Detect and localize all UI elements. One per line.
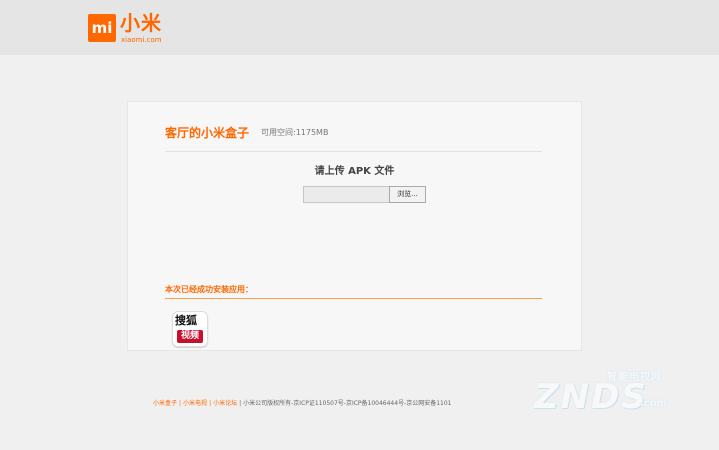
footer-separator: | — [209, 400, 212, 407]
footer-link-forum[interactable]: 小米论坛 — [213, 400, 237, 407]
copyright-text: 小米公司版权所有-京ICP证110507号-京ICP备10046444号-京公网… — [243, 400, 452, 407]
footer-separator: | — [239, 400, 242, 407]
device-title: 客厅的小米盒子 — [165, 126, 250, 140]
footer-link-mibox[interactable]: 小米盒子 — [153, 400, 177, 407]
site-header: mi 小米 xiaomi.com — [0, 0, 719, 55]
sohu-video-app-icon[interactable]: 搜狐 视频 — [172, 311, 208, 347]
upload-heading: 请上传 APK 文件 — [314, 166, 395, 177]
znds-watermark: 智能电视网 ZNDS .com — [512, 355, 682, 417]
watermark-logo: ZNDS — [534, 377, 648, 417]
app-name-bottom: 视频 — [177, 330, 203, 343]
watermark-domain: .com — [640, 398, 668, 409]
logo-domain: xiaomi.com — [121, 36, 162, 44]
browse-button[interactable]: 浏览... — [389, 186, 426, 203]
upload-panel: 客厅的小米盒子 可用空间:1175MB 请上传 APK 文件 浏览... 本次已… — [127, 101, 582, 351]
file-path-input[interactable] — [303, 186, 389, 203]
installed-apps-label: 本次已经成功安装应用： — [165, 285, 253, 294]
logo-name[interactable]: 小米 — [120, 12, 162, 34]
divider — [165, 151, 542, 152]
orange-divider — [165, 298, 542, 299]
site-footer: 小米盒子 | 小米电视 | 小米论坛 | 小米公司版权所有-京ICP证110507号-京IC… — [153, 398, 452, 407]
mi-logo-icon[interactable]: mi — [88, 14, 116, 42]
app-name-top: 搜狐 — [175, 314, 201, 328]
available-space: 可用空间:1175MB — [261, 128, 329, 137]
footer-separator: | — [179, 400, 182, 407]
footer-link-mitv[interactable]: 小米电视 — [183, 400, 207, 407]
